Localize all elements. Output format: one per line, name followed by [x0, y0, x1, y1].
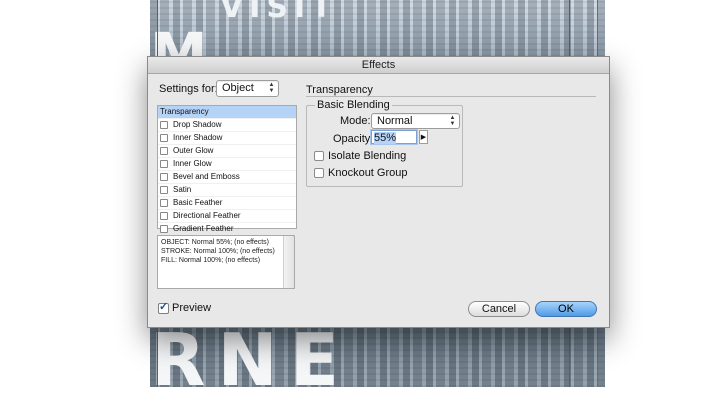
effect-item-inner-shadow[interactable]: Inner Shadow — [158, 132, 296, 145]
effect-label: Directional Feather — [173, 211, 241, 220]
effects-list: Transparency Drop Shadow Inner Shadow Ou… — [157, 105, 297, 236]
effects-summary: OBJECT: Normal 55%; (no effects) STROKE:… — [157, 235, 295, 289]
preview-row[interactable]: ✓ Preview — [158, 300, 212, 314]
basic-blending-legend: Basic Blending — [315, 99, 392, 111]
effect-label: Inner Shadow — [173, 133, 223, 142]
summary-scrollbar[interactable] — [283, 236, 294, 288]
effect-item-outer-glow[interactable]: Outer Glow — [158, 145, 296, 158]
background-text-bottom: RNE — [150, 318, 351, 402]
effect-checkbox[interactable] — [160, 134, 168, 142]
effect-checkbox[interactable] — [160, 173, 168, 181]
effect-item-directional-feather[interactable]: Directional Feather — [158, 210, 296, 223]
isolate-blending-label: Isolate Blending — [328, 150, 407, 162]
effect-item-basic-feather[interactable]: Basic Feather — [158, 197, 296, 210]
section-title: Transparency — [306, 84, 373, 96]
settings-for-select[interactable]: Object ▲ ▼ — [216, 80, 279, 97]
mode-label: Mode: — [340, 115, 371, 127]
settings-for-value: Object — [222, 82, 254, 94]
effect-label: Gradient Feather — [173, 224, 234, 233]
effect-label: Satin — [173, 185, 192, 194]
effect-item-transparency[interactable]: Transparency — [158, 106, 296, 119]
effect-checkbox[interactable] — [160, 212, 168, 220]
effect-label: Outer Glow — [173, 146, 214, 155]
effect-item-satin[interactable]: Satin — [158, 184, 296, 197]
opacity-field[interactable]: 55% — [371, 130, 417, 144]
effect-label: Inner Glow — [173, 159, 212, 168]
opacity-slider-arrow-icon[interactable]: ▶ — [419, 130, 428, 144]
preview-label: Preview — [172, 302, 212, 314]
isolate-blending-checkbox[interactable] — [314, 151, 324, 161]
opacity-label: Opacity: — [333, 133, 374, 145]
summary-line-object: OBJECT: Normal 55%; (no effects) — [161, 239, 270, 246]
effect-item-inner-glow[interactable]: Inner Glow — [158, 158, 296, 171]
effect-checkbox[interactable] — [160, 186, 168, 194]
preview-checkbox[interactable]: ✓ — [158, 300, 169, 314]
effects-dialog: Effects Settings for: Object ▲ ▼ Transpar… — [147, 56, 610, 328]
summary-line-stroke: STROKE: Normal 100%; (no effects) — [161, 248, 275, 255]
summary-line-fill: FILL: Normal 100%; (no effects) — [161, 257, 261, 264]
checkmark-icon: ✓ — [159, 300, 169, 313]
effect-label: Transparency — [160, 107, 209, 116]
ok-button[interactable]: OK — [535, 301, 597, 317]
knockout-group-row[interactable]: Knockout Group — [314, 167, 408, 179]
select-arrows-icon: ▲ ▼ — [449, 115, 456, 127]
section-divider — [306, 96, 596, 97]
knockout-group-checkbox[interactable] — [314, 168, 324, 178]
opacity-value: 55% — [374, 132, 397, 144]
effect-item-drop-shadow[interactable]: Drop Shadow — [158, 119, 296, 132]
effect-checkbox[interactable] — [160, 121, 168, 129]
mode-select[interactable]: Normal ▲ ▼ — [371, 113, 460, 129]
isolate-blending-row[interactable]: Isolate Blending — [314, 150, 406, 162]
knockout-group-label: Knockout Group — [328, 167, 408, 179]
effect-item-bevel-emboss[interactable]: Bevel and Emboss — [158, 171, 296, 184]
settings-for-label: Settings for: — [159, 83, 218, 95]
effect-checkbox[interactable] — [160, 199, 168, 207]
cancel-button[interactable]: Cancel — [468, 301, 530, 317]
effect-label: Basic Feather — [173, 198, 223, 207]
effect-checkbox[interactable] — [160, 160, 168, 168]
effect-label: Bevel and Emboss — [173, 172, 240, 181]
effect-label: Drop Shadow — [173, 120, 222, 129]
select-arrows-icon: ▲ ▼ — [268, 82, 275, 94]
background-text-top: VISIT — [220, 0, 338, 25]
effect-checkbox[interactable] — [160, 225, 168, 233]
mode-value: Normal — [377, 115, 413, 127]
effect-checkbox[interactable] — [160, 147, 168, 155]
dialog-title[interactable]: Effects — [148, 57, 609, 74]
